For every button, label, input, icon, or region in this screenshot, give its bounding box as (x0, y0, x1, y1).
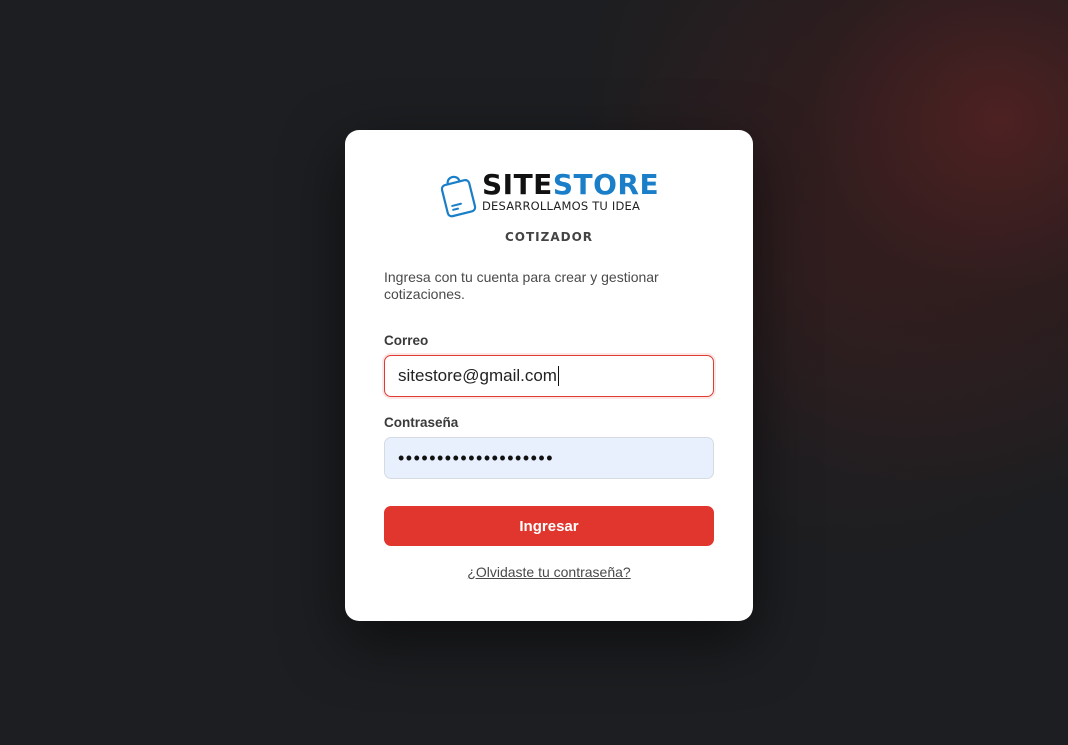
text-caret (557, 366, 559, 386)
password-mask: •••••••••••••••••••• (398, 447, 555, 468)
password-label: Contraseña (384, 415, 459, 430)
password-field[interactable]: •••••••••••••••••••• (384, 437, 714, 479)
email-label: Correo (384, 333, 429, 348)
brand-logo: SITESTORE DESARROLLAMOS TU IDEA (439, 166, 661, 220)
brand-wordmark-site: SITE (482, 168, 553, 201)
login-button[interactable]: Ingresar (384, 506, 714, 546)
brand-wordmark-store: STORE (552, 168, 660, 201)
email-field[interactable]: sitestore@gmail.com (384, 355, 714, 397)
app-name: COTIZADOR (504, 230, 594, 244)
login-intro-text: Ingresa con tu cuenta para crear y gesti… (384, 269, 659, 302)
brand-wordmark: SITESTORE (482, 169, 659, 201)
email-value: sitestore@gmail.com (398, 366, 557, 385)
login-card: SITESTORE DESARROLLAMOS TU IDEA COTIZADO… (345, 130, 753, 621)
shopping-bag-icon (440, 175, 477, 218)
brand-tagline: DESARROLLAMOS TU IDEA (482, 199, 641, 213)
forgot-password-link[interactable]: ¿Olvidaste tu contraseña? (345, 564, 753, 580)
